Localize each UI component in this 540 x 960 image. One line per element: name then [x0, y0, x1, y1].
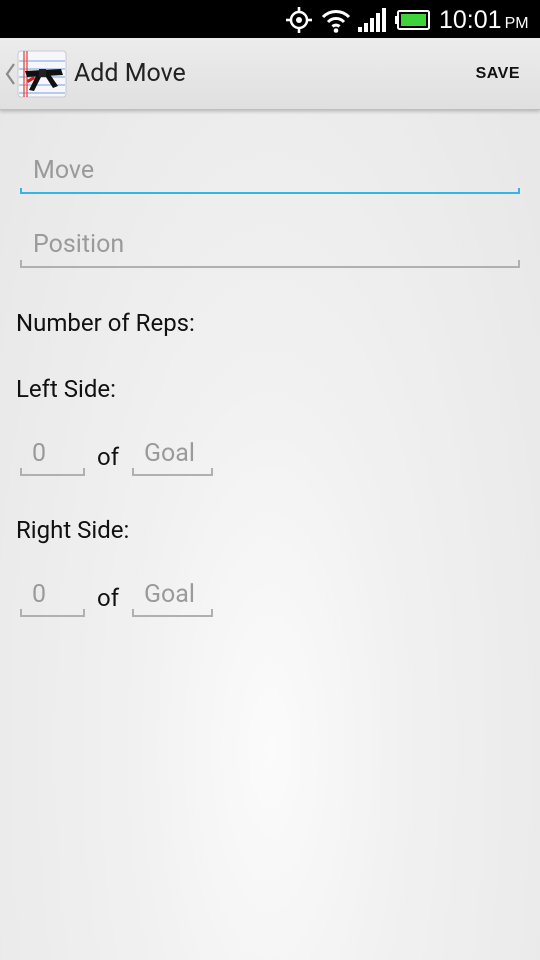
- save-button[interactable]: SAVE: [466, 54, 530, 94]
- move-input[interactable]: [20, 146, 520, 194]
- gps-icon: [286, 7, 312, 33]
- left-side-goal-field[interactable]: [132, 430, 213, 476]
- wifi-icon: [321, 10, 351, 33]
- right-side-goal-input[interactable]: [132, 571, 213, 617]
- status-bar: 10:01 PM: [0, 0, 540, 38]
- left-side-count-field[interactable]: [20, 430, 85, 476]
- move-field[interactable]: [20, 146, 520, 194]
- left-side-goal-input[interactable]: [132, 430, 213, 476]
- left-side-count-input[interactable]: [20, 430, 85, 476]
- right-side-of-label: of: [97, 584, 120, 612]
- clock-ampm: PM: [504, 15, 529, 32]
- black-belt-notebook-icon: [17, 50, 67, 98]
- home-up-button[interactable]: Add Move: [0, 38, 200, 110]
- right-side-count-input[interactable]: [20, 571, 85, 617]
- right-side-goal-field[interactable]: [132, 571, 213, 617]
- status-clock: 10:01 PM: [439, 4, 529, 36]
- left-side-label: Left Side:: [16, 375, 116, 403]
- battery-icon: [395, 10, 430, 30]
- chevron-left-icon: [5, 63, 15, 85]
- action-bar: Add Move SAVE: [0, 38, 540, 110]
- page-title: Add Move: [74, 59, 186, 88]
- number-of-reps-label: Number of Reps:: [16, 309, 195, 337]
- right-side-count-field[interactable]: [20, 571, 85, 617]
- position-field[interactable]: [20, 220, 520, 268]
- clock-time: 10:01: [439, 6, 502, 34]
- left-side-of-label: of: [97, 443, 120, 471]
- position-input[interactable]: [20, 220, 520, 268]
- right-side-label: Right Side:: [16, 516, 130, 544]
- signal-icon: [358, 8, 386, 32]
